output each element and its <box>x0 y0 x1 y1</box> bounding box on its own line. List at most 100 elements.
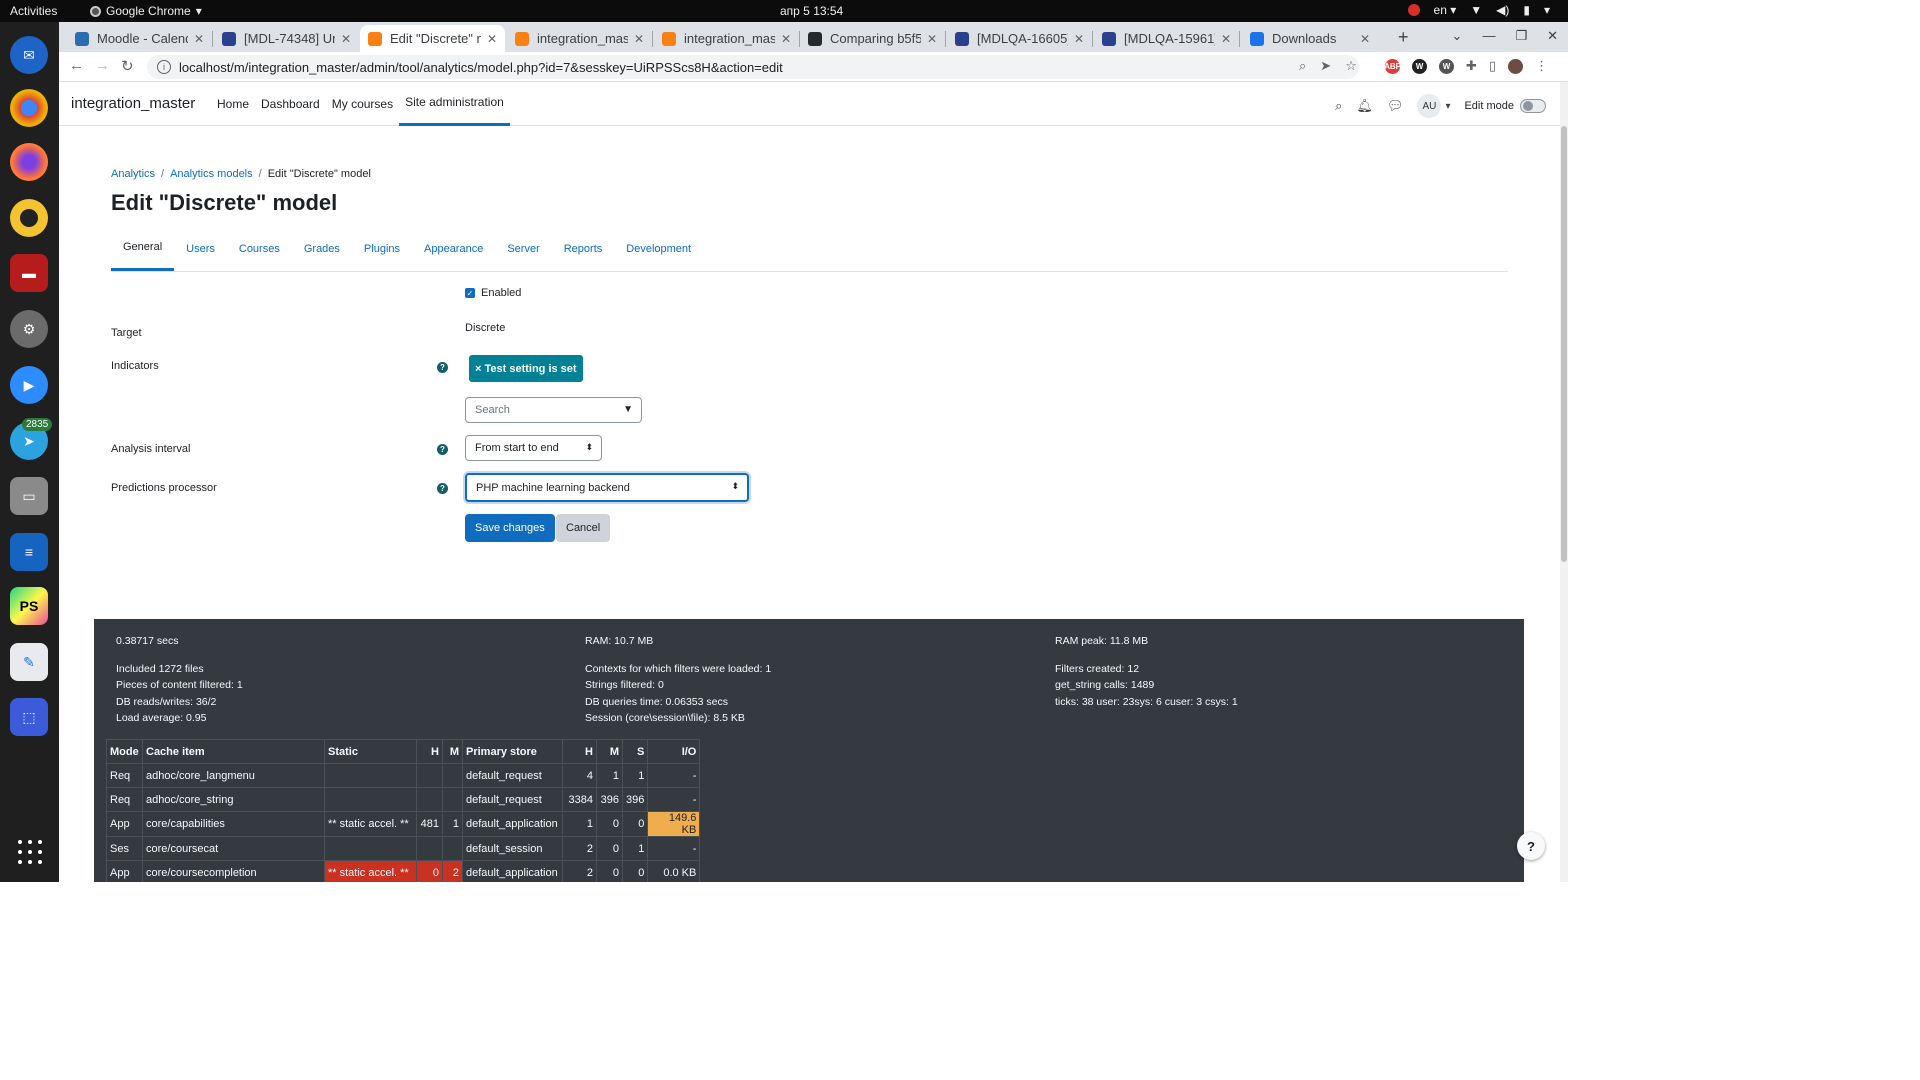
indicator-tag-test-setting[interactable]: × Test setting is set <box>469 355 583 382</box>
user-avatar[interactable]: AU <box>1417 94 1442 118</box>
chrome-icon[interactable] <box>10 89 48 127</box>
messages-icon[interactable]: 💬︎ <box>1387 98 1404 114</box>
edit-mode-toggle[interactable] <box>1520 99 1546 113</box>
nav-dashboard[interactable]: Dashboard <box>255 82 326 126</box>
tab-courses[interactable]: Courses <box>227 228 292 271</box>
minimize-icon[interactable]: — <box>1482 28 1495 44</box>
activities-button[interactable]: Activities <box>10 4 57 18</box>
zoom-icon[interactable]: ▶ <box>10 366 48 404</box>
phpstorm-icon[interactable]: PS <box>10 587 48 625</box>
side-panel-icon[interactable]: ▯ <box>1489 58 1496 74</box>
tab-search-icon[interactable]: ⌄ <box>1452 28 1463 44</box>
browser-tab[interactable]: Comparing b5f5 ✕ <box>800 25 945 52</box>
table-cell: adhoc/core_langmenu <box>142 763 325 788</box>
browser-tab[interactable]: Moodle - Calendar ✕ <box>67 25 212 52</box>
browser-tab[interactable]: integration_mas ✕ <box>507 25 652 52</box>
enabled-checkbox[interactable]: ✓ <box>465 288 475 298</box>
text-editor-icon[interactable]: ✎ <box>10 643 48 681</box>
browser-tab[interactable]: [MDLQA-16605] ✕ <box>947 25 1092 52</box>
writer-icon[interactable]: ≡ <box>10 533 48 571</box>
close-tab-icon[interactable]: ✕ <box>1221 32 1231 46</box>
close-tab-icon[interactable]: ✕ <box>1360 32 1370 46</box>
close-tab-icon[interactable]: ✕ <box>487 32 497 46</box>
analysis-interval-select[interactable]: From start to end ⬍ <box>465 435 602 461</box>
close-tab-icon[interactable]: ✕ <box>194 32 204 46</box>
bookmark-star-icon[interactable]: ☆ <box>1345 58 1357 74</box>
tab-users[interactable]: Users <box>174 228 227 271</box>
clock[interactable]: апр 5 13:54 <box>780 4 843 18</box>
browser-tab[interactable]: integration_mas ✕ <box>654 25 799 52</box>
screenshot-icon[interactable]: ⬚ <box>10 698 48 736</box>
table-cell: App <box>106 860 143 882</box>
zoom-icon[interactable]: ⌕ <box>1299 58 1306 74</box>
firefox-icon[interactable] <box>10 143 48 181</box>
profile-avatar-icon[interactable] <box>1508 58 1524 74</box>
cancel-button[interactable]: Cancel <box>556 514 611 542</box>
close-window-icon[interactable]: ✕ <box>1547 28 1558 44</box>
tab-server[interactable]: Server <box>495 228 551 271</box>
scrollbar-thumb[interactable] <box>1561 126 1567 562</box>
rhythmbox-icon[interactable] <box>10 199 48 237</box>
new-tab-button[interactable]: + <box>1398 27 1409 48</box>
enabled-label[interactable]: Enabled <box>481 287 521 299</box>
close-tab-icon[interactable]: ✕ <box>927 32 937 46</box>
wordpress-icon[interactable]: W <box>1439 58 1454 74</box>
forward-icon[interactable]: → <box>95 57 110 74</box>
kebab-menu-icon[interactable]: ⋮ <box>1535 58 1548 74</box>
chrome-indicator-icon[interactable] <box>1407 4 1420 16</box>
search-icon[interactable]: ⌕ <box>1335 98 1342 114</box>
help-fab-button[interactable]: ? <box>1517 832 1545 860</box>
show-apps-icon[interactable] <box>18 840 42 864</box>
url-text[interactable]: localhost/m/integration_master/admin/too… <box>179 60 783 75</box>
nav-home[interactable]: Home <box>211 82 255 126</box>
tab-appearance[interactable]: Appearance <box>412 228 495 271</box>
files-icon[interactable]: ▭ <box>10 477 48 515</box>
reload-icon[interactable]: ↻ <box>121 57 134 75</box>
notifications-bell-icon[interactable]: 🔔︎ <box>1356 98 1373 114</box>
language-indicator[interactable]: en ▾ <box>1434 3 1457 17</box>
tab-plugins[interactable]: Plugins <box>352 228 412 271</box>
help-icon[interactable]: ? <box>437 483 448 494</box>
browser-tab[interactable]: Downloads ✕ <box>1242 25 1378 52</box>
w-extension-icon[interactable]: W <box>1412 58 1427 74</box>
close-tab-icon[interactable]: ✕ <box>341 32 351 46</box>
close-tab-icon[interactable]: ✕ <box>634 32 644 46</box>
adblock-icon[interactable]: ABP <box>1384 58 1401 74</box>
nav-my-courses[interactable]: My courses <box>326 82 399 126</box>
page-scrollbar[interactable] <box>1560 82 1568 882</box>
app-menu[interactable]: Google Chrome ▾ <box>90 4 202 18</box>
tab-general[interactable]: General <box>111 228 175 271</box>
browser-tab[interactable]: [MDLQA-15961] ✕ <box>1094 25 1239 52</box>
thunderbird-icon[interactable]: ✉ <box>10 36 48 74</box>
volume-icon: ◀) <box>1496 3 1510 17</box>
close-tab-icon[interactable]: ✕ <box>781 32 791 46</box>
send-icon[interactable]: ➤ <box>1320 58 1331 74</box>
back-icon[interactable]: ← <box>69 57 84 74</box>
terminal-app-icon[interactable]: ▬ <box>10 254 48 292</box>
extensions-puzzle-icon[interactable]: ✚ <box>1466 58 1477 74</box>
close-tab-icon[interactable]: ✕ <box>1074 32 1084 46</box>
indicators-search-input[interactable]: Search ▼ <box>465 397 642 423</box>
breadcrumb-separator: / <box>161 168 165 180</box>
site-info-icon[interactable]: i <box>157 60 171 74</box>
nav-site-administration[interactable]: Site administration <box>399 82 510 126</box>
breadcrumb-analytics[interactable]: Analytics <box>111 168 155 180</box>
breadcrumb-analytics-models[interactable]: Analytics models <box>170 168 253 180</box>
site-brand[interactable]: integration_master <box>71 95 195 112</box>
maximize-icon[interactable]: ❐ <box>1515 28 1527 44</box>
save-changes-button[interactable]: Save changes <box>465 514 555 542</box>
tab-reports[interactable]: Reports <box>552 228 615 271</box>
system-tray[interactable]: en ▾ ▼ ◀) ▮ ▾ <box>1407 3 1550 17</box>
address-bar[interactable]: i localhost/m/integration_master/admin/t… <box>147 55 1359 79</box>
browser-tab[interactable]: Edit "Discrete" m ✕ <box>360 25 505 52</box>
help-icon[interactable]: ? <box>437 444 448 455</box>
predictions-processor-select[interactable]: PHP machine learning backend ⬍ <box>465 473 749 502</box>
caret-down-icon: ▼ <box>623 404 633 415</box>
settings-icon[interactable]: ⚙ <box>10 310 48 348</box>
chevron-down-icon[interactable]: ▾ <box>1445 101 1450 112</box>
browser-tab[interactable]: [MDL-74348] Una ✕ <box>214 25 359 52</box>
table-cell: 0 <box>621 811 649 837</box>
tab-development[interactable]: Development <box>614 228 703 271</box>
tab-grades[interactable]: Grades <box>292 228 352 271</box>
help-icon[interactable]: ? <box>437 362 448 373</box>
